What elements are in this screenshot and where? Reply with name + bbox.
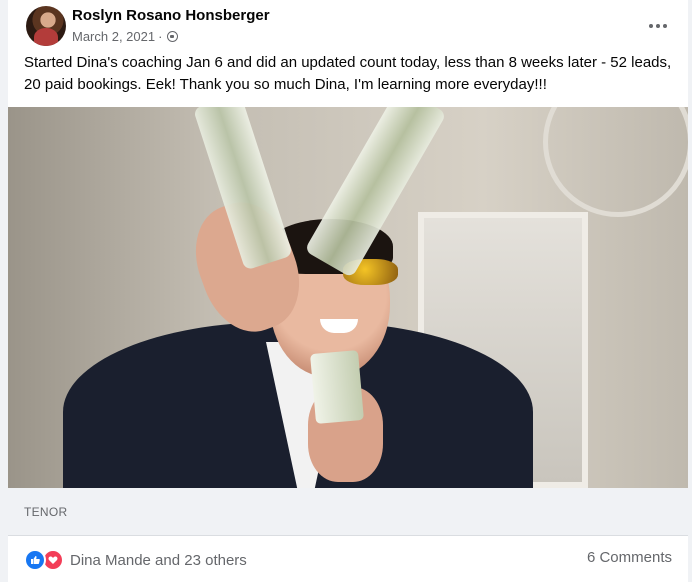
comments-count[interactable]: 6 Comments <box>587 549 672 566</box>
dot-icon <box>656 24 660 28</box>
post-meta: March 2, 2021 · <box>72 29 179 44</box>
like-icon <box>24 549 46 571</box>
more-options-button[interactable] <box>640 12 676 40</box>
reactions-summary[interactable]: Dina Mande and 23 others <box>24 549 247 571</box>
post-text: Started Dina's coaching Jan 6 and did an… <box>24 54 672 93</box>
reactions-text[interactable]: Dina Mande and 23 others <box>70 552 247 569</box>
globe-icon[interactable] <box>167 31 179 42</box>
dot-icon <box>663 24 667 28</box>
dot-icon <box>649 24 653 28</box>
author-avatar[interactable] <box>26 6 66 46</box>
gif-source-label: TENOR <box>24 505 68 519</box>
post-gif[interactable] <box>8 107 688 488</box>
author-name[interactable]: Roslyn Rosano Honsberger <box>72 7 270 24</box>
post-header: Roslyn Rosano Honsberger March 2, 2021 · <box>24 4 674 48</box>
meta-separator: · <box>158 29 163 44</box>
post-card: Roslyn Rosano Honsberger March 2, 2021 ·… <box>8 0 688 582</box>
gif-source-bar[interactable]: TENOR <box>8 488 688 536</box>
post-date[interactable]: March 2, 2021 <box>72 29 155 44</box>
post-footer: Dina Mande and 23 others 6 Comments <box>8 536 688 582</box>
